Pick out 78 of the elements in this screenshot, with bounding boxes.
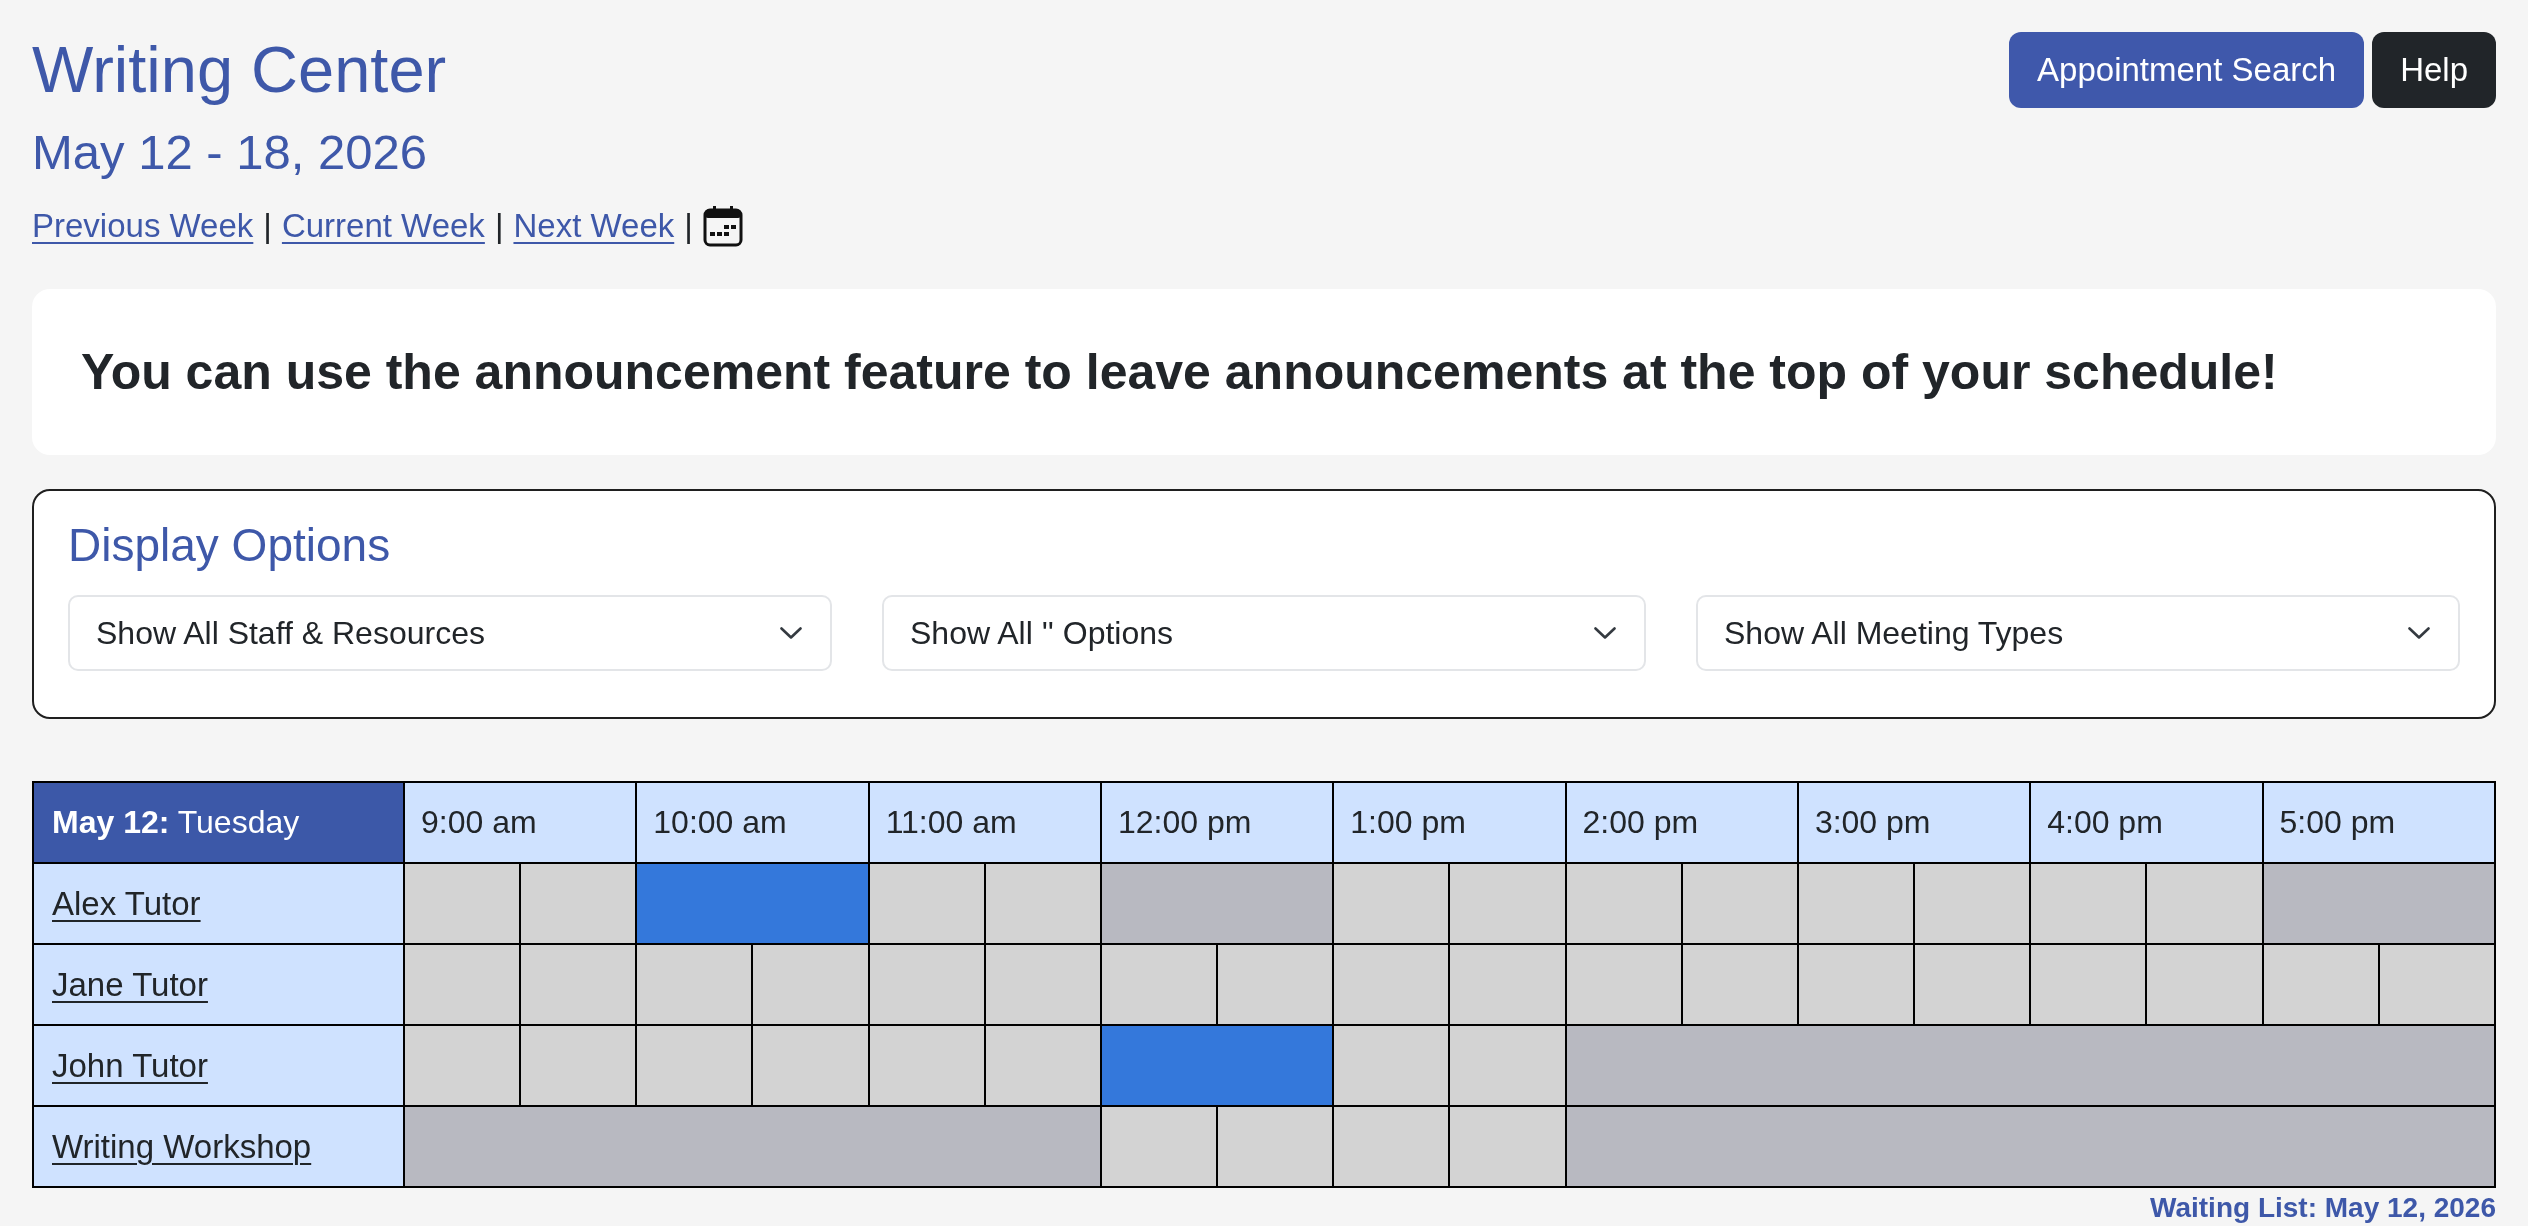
- available-slot[interactable]: [2030, 862, 2147, 944]
- available-slot[interactable]: [1449, 1024, 1566, 1106]
- available-slot[interactable]: [868, 862, 985, 944]
- link-separator: |: [494, 205, 504, 246]
- available-slot[interactable]: [520, 862, 637, 944]
- tutor-link[interactable]: Jane Tutor: [52, 965, 208, 1003]
- available-slot[interactable]: [1914, 862, 2031, 944]
- available-slot[interactable]: [1797, 943, 1915, 1025]
- dropdown-select[interactable]: Show All '' Options: [882, 594, 1646, 671]
- time-header: 2:00 pm: [1565, 781, 1798, 863]
- chevron-down-icon: [780, 626, 802, 639]
- date-range: May 12 - 18, 2026: [32, 124, 427, 181]
- available-slot[interactable]: [1100, 943, 1218, 1025]
- week-link[interactable]: Previous Week: [32, 201, 254, 250]
- waiting-list-heading: Waiting List: May 12, 2026: [2150, 1190, 2496, 1225]
- calendar-icon[interactable]: [702, 204, 743, 247]
- dropdown-select[interactable]: Show All Meeting Types: [1696, 594, 2460, 671]
- available-slot[interactable]: [2146, 943, 2263, 1025]
- available-slot[interactable]: [1449, 943, 1566, 1025]
- link-separator: |: [263, 205, 272, 246]
- available-slot[interactable]: [984, 862, 1101, 944]
- available-slot[interactable]: [1565, 943, 1682, 1025]
- available-slot[interactable]: [2146, 862, 2263, 944]
- time-header: 5:00 pm: [2262, 781, 2495, 863]
- time-header: 1:00 pm: [1333, 781, 1566, 863]
- available-slot[interactable]: [1100, 1105, 1218, 1187]
- available-slot[interactable]: [404, 862, 521, 944]
- available-slot[interactable]: [2030, 943, 2147, 1025]
- available-slot[interactable]: [1333, 1024, 1450, 1106]
- link-separator: |: [684, 205, 693, 246]
- time-header: 3:00 pm: [1797, 781, 2031, 863]
- available-slot[interactable]: [752, 1024, 869, 1106]
- dropdown-select[interactable]: Show All Staff & Resources: [68, 594, 832, 671]
- help-button[interactable]: Help: [2372, 32, 2496, 108]
- available-slot[interactable]: [1681, 862, 1798, 944]
- week-link[interactable]: Current Week: [281, 201, 485, 250]
- available-slot[interactable]: [404, 943, 521, 1025]
- tutor-link[interactable]: Writing Workshop: [52, 1127, 312, 1165]
- available-slot[interactable]: [1681, 943, 1798, 1025]
- available-slot[interactable]: [1914, 943, 2031, 1025]
- available-slot[interactable]: [2378, 943, 2495, 1025]
- available-slot[interactable]: [1217, 1105, 1334, 1187]
- tutor-link[interactable]: Alex Tutor: [52, 884, 201, 922]
- announcement-text: You can use the announcement feature to leave announcements at the top of your schedule!: [81, 342, 2278, 402]
- booked-slot[interactable]: [636, 862, 869, 944]
- available-slot[interactable]: [868, 943, 985, 1025]
- available-slot[interactable]: [1217, 943, 1334, 1025]
- day-header: May 12: Tuesday: [33, 781, 404, 863]
- available-slot[interactable]: [1565, 862, 1682, 944]
- booked-slot[interactable]: [1100, 1024, 1334, 1106]
- week-link[interactable]: Next Week: [513, 201, 675, 250]
- available-slot[interactable]: [520, 943, 637, 1025]
- chevron-down-icon: [2408, 626, 2430, 639]
- time-header: 11:00 am: [868, 781, 1101, 863]
- available-slot[interactable]: [1333, 1105, 1450, 1187]
- available-slot[interactable]: [2262, 943, 2379, 1025]
- panel-title: Display Options: [68, 517, 391, 573]
- available-slot[interactable]: [1449, 862, 1566, 944]
- available-slot[interactable]: [1797, 862, 1915, 944]
- available-slot[interactable]: [984, 1024, 1101, 1106]
- available-slot[interactable]: [1449, 1105, 1566, 1187]
- tutor-link[interactable]: John Tutor: [52, 1046, 208, 1084]
- available-slot[interactable]: [636, 1024, 753, 1106]
- available-slot[interactable]: [868, 1024, 985, 1106]
- time-header: 4:00 pm: [2030, 781, 2263, 863]
- time-header: 9:00 am: [404, 781, 637, 863]
- available-slot[interactable]: [1333, 862, 1450, 944]
- available-slot[interactable]: [1333, 943, 1450, 1025]
- available-slot[interactable]: [636, 943, 753, 1025]
- appointment-search-button[interactable]: Appointment Search: [2009, 32, 2365, 108]
- page-title: Writing Center: [32, 32, 447, 108]
- time-header: 10:00 am: [636, 781, 869, 863]
- available-slot[interactable]: [404, 1024, 521, 1106]
- chevron-down-icon: [1594, 626, 1616, 639]
- available-slot[interactable]: [520, 1024, 637, 1106]
- available-slot[interactable]: [752, 943, 869, 1025]
- time-header: 12:00 pm: [1100, 781, 1334, 863]
- available-slot[interactable]: [984, 943, 1101, 1025]
